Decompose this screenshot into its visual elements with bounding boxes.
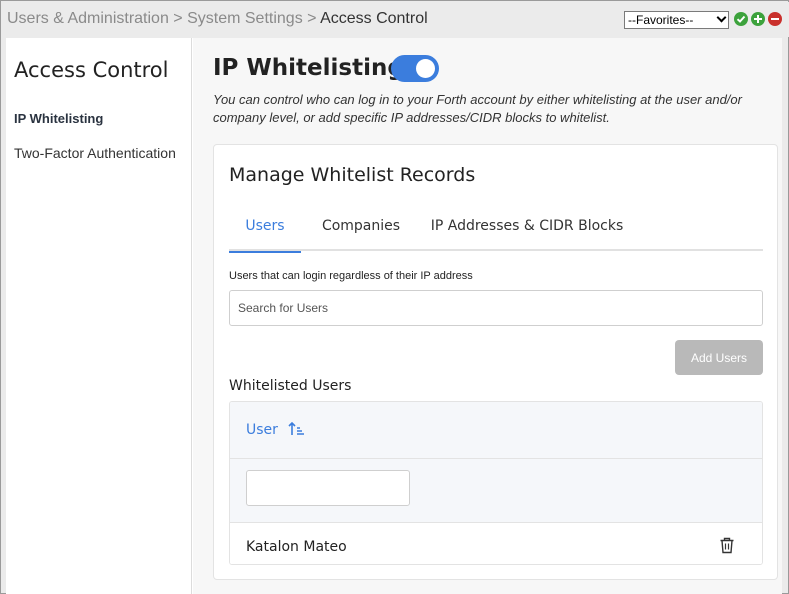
add-icon[interactable] [751,12,765,26]
page-container: Access Control IP Whitelisting Two-Facto… [6,38,782,594]
breadcrumb-system-settings[interactable]: System Settings [187,10,303,27]
breadcrumb-separator: > [307,10,317,27]
page-description: You can control who can log in to your F… [213,92,742,125]
favorites-select[interactable]: --Favorites-- [624,11,729,29]
toggle-knob [416,59,435,78]
chevron-down-icon [716,12,727,23]
user-filter-input[interactable] [246,470,410,506]
table-row: Katalon Mateo [230,523,762,564]
add-users-button[interactable]: Add Users [675,340,763,375]
tab-users[interactable]: Users [229,205,301,253]
ip-whitelisting-toggle[interactable] [391,55,439,82]
whitelisted-users-table: User Katalon Mateo [229,401,763,565]
breadcrumb-users-administration[interactable]: Users & Administration [7,10,169,27]
check-icon[interactable] [734,12,748,26]
card-title: Manage Whitelist Records [229,164,476,186]
table-filter-row [230,459,762,523]
user-column-header[interactable]: User [246,422,278,438]
page-title: IP Whitelisting [213,55,404,81]
sidebar-item-two-factor-authentication[interactable]: Two-Factor Authentication [14,145,176,161]
search-users-label: Users that can login regardless of their… [229,270,473,282]
sidebar-item-ip-whitelisting[interactable]: IP Whitelisting [14,111,103,126]
search-users-input[interactable] [229,290,763,326]
breadcrumb-separator: > [173,10,183,27]
remove-icon[interactable] [768,12,782,26]
sort-ascending-icon[interactable] [288,421,306,437]
manage-whitelist-card: Manage Whitelist Records Users Companies… [213,144,778,580]
tab-bar: Users Companies IP Addresses & CIDR Bloc… [229,205,763,253]
favorites-selected-value: --Favorites-- [628,13,694,27]
trash-icon[interactable] [719,537,735,554]
top-bar: Users & Administration > System Settings… [2,2,789,37]
app-window: Users & Administration > System Settings… [0,0,789,594]
tab-ip-addresses-cidr-blocks[interactable]: IP Addresses & CIDR Blocks [421,205,633,251]
sidebar-title: Access Control [14,58,169,82]
whitelisted-users-title: Whitelisted Users [229,378,352,394]
sidebar: Access Control IP Whitelisting Two-Facto… [6,38,192,594]
table-header: User [230,402,762,459]
breadcrumb: Users & Administration > System Settings… [7,10,428,28]
main-content: IP Whitelisting You can control who can … [193,38,782,594]
breadcrumb-current: Access Control [320,10,428,27]
table-cell-user: Katalon Mateo [246,539,347,555]
tab-companies[interactable]: Companies [311,205,411,251]
